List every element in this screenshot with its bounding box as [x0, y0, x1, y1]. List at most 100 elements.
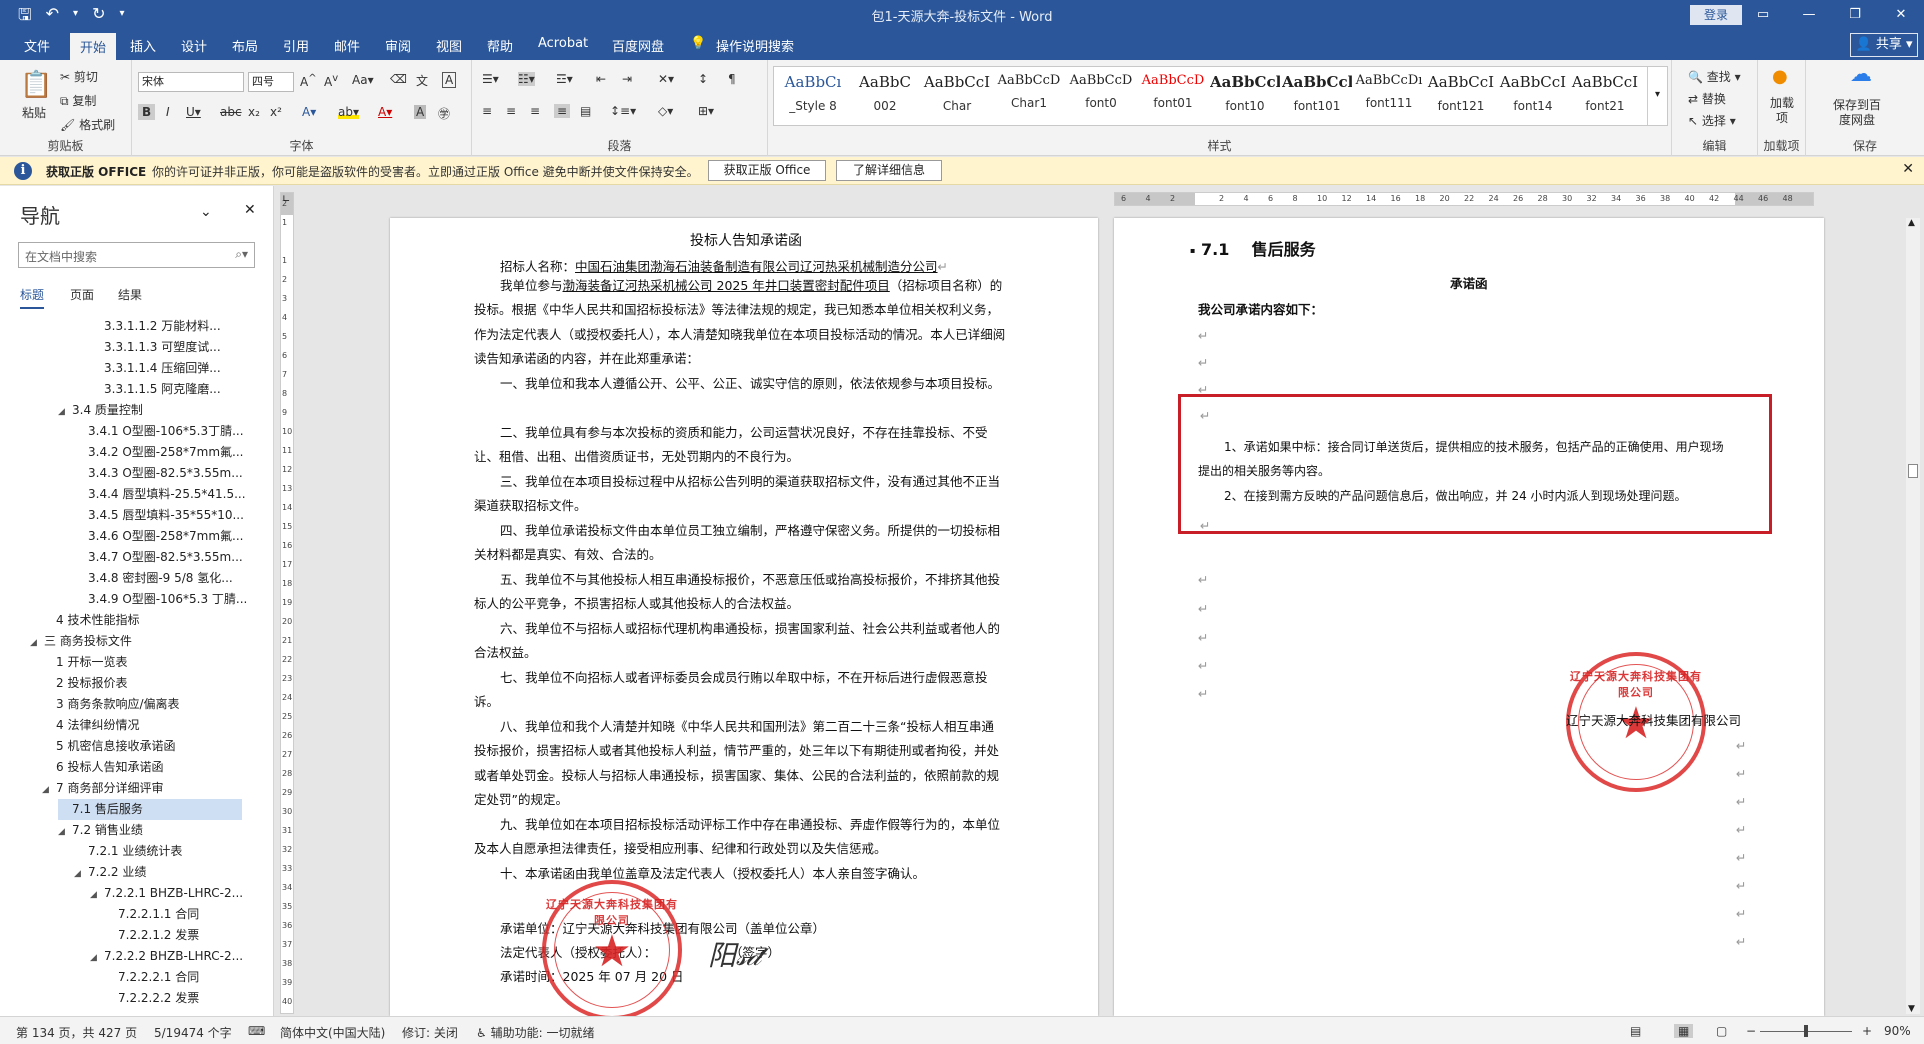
style-item[interactable]: AaBbCcl font101	[1282, 73, 1352, 113]
italic-icon[interactable]: I	[166, 105, 170, 119]
tab-baidu[interactable]: 百度网盘	[612, 36, 664, 55]
nav-heading-item[interactable]: ◢ 7.2.2.1 BHZB-LHRC-2...	[90, 883, 243, 906]
nav-heading-item[interactable]: 7.2.2.2.2 发票	[104, 988, 242, 1009]
tab-mailings[interactable]: 邮件	[334, 36, 360, 55]
format-painter-button[interactable]: 🖌 格式刷	[60, 116, 115, 133]
nav-heading-item[interactable]: 3 商务条款响应/偏离表	[42, 694, 242, 715]
ribbon-display-icon[interactable]: ▭	[1740, 0, 1786, 30]
style-item[interactable]: AaBbCcI font121	[1426, 73, 1496, 113]
nav-heading-item[interactable]: 3.4.1 O型圈-106*5.3丁腈...	[74, 421, 244, 442]
align-center-icon[interactable]: ≡	[506, 104, 516, 118]
nav-heading-item[interactable]: 3.3.1.1.2 万能材料...	[90, 316, 242, 337]
distributed-icon[interactable]: ▤	[580, 104, 591, 118]
style-item[interactable]: AaBbCcD Char1	[994, 73, 1064, 110]
strikethrough-icon[interactable]: abc	[220, 105, 242, 119]
nav-heading-item[interactable]: 4 技术性能指标	[42, 610, 242, 631]
style-item[interactable]: AaBbCcD font01	[1138, 73, 1208, 110]
nav-heading-item[interactable]: 2 投标报价表	[42, 673, 242, 694]
collapse-arrow-icon[interactable]: ◢	[74, 864, 88, 885]
collapse-arrow-icon[interactable]: ◢	[90, 885, 104, 906]
char-shading-icon[interactable]: A	[414, 105, 427, 119]
scroll-up-icon[interactable]: ▲	[1908, 218, 1915, 228]
tab-view[interactable]: 视图	[436, 36, 462, 55]
nav-heading-item[interactable]: 3.4.9 O型圈-106*5.3 丁腈...	[74, 589, 247, 610]
cut-button[interactable]: ✂ 剪切	[60, 68, 98, 85]
enclose-char-icon[interactable]: ㊫	[438, 105, 450, 122]
collapse-arrow-icon[interactable]: ◢	[42, 780, 56, 801]
track-changes[interactable]: 修订: 关闭	[402, 1024, 458, 1041]
cloud-icon[interactable]: ☁	[1850, 62, 1872, 87]
share-button[interactable]: 👤 共享 ▾	[1850, 33, 1918, 57]
page-count[interactable]: 第 134 页，共 427 页	[16, 1024, 137, 1041]
vertical-scrollbar[interactable]: ▲ ▼	[1906, 218, 1920, 1014]
nav-heading-item[interactable]: 1 开标一览表	[42, 652, 242, 673]
nav-heading-item[interactable]: 3.3.1.1.4 压缩回弹...	[90, 358, 242, 379]
font-color-icon[interactable]: A▾	[378, 105, 392, 119]
tab-layout[interactable]: 布局	[232, 36, 258, 55]
show-marks-icon[interactable]: ¶	[728, 72, 736, 86]
nav-heading-item[interactable]: 3.4.2 O型圈-258*7mm氟...	[74, 442, 244, 463]
login-button[interactable]: 登录	[1690, 5, 1742, 25]
zoom-level[interactable]: 90%	[1884, 1024, 1911, 1038]
zoom-slider-thumb[interactable]	[1804, 1025, 1808, 1037]
style-item[interactable]: AaBbCcI font21	[1570, 73, 1640, 113]
collapse-arrow-icon[interactable]: ◢	[58, 402, 72, 423]
addin-icon[interactable]: ●	[1772, 66, 1788, 87]
chinese-layout-icon[interactable]: ✕▾	[658, 72, 674, 86]
close-infobar-icon[interactable]: ✕	[1902, 161, 1914, 177]
nav-heading-item[interactable]: ◢ 7 商务部分详细评审	[42, 778, 242, 799]
clear-format-icon[interactable]: ⌫	[390, 72, 407, 86]
char-border-icon[interactable]: A	[442, 72, 457, 88]
styles-more-icon[interactable]: ▾	[1647, 67, 1667, 125]
style-item[interactable]: AaBbCcl font10	[1210, 73, 1280, 113]
paste-icon[interactable]: 📋	[20, 70, 52, 100]
zoom-in-icon[interactable]: +	[1862, 1024, 1872, 1038]
collapse-arrow-icon[interactable]: ◢	[90, 948, 104, 969]
phonetic-icon[interactable]: 文	[416, 72, 428, 89]
collapse-arrow-icon[interactable]: ◢	[58, 822, 72, 843]
collapse-arrow-icon[interactable]: ◢	[30, 633, 44, 654]
align-left-icon[interactable]: ≡	[482, 104, 492, 118]
document-page-left[interactable]: 投标人告知承诺函 招标人名称：中国石油集团渤海石油装备制造有限公司辽河热采机械制…	[390, 218, 1098, 1016]
sort-icon[interactable]: ↕	[698, 72, 708, 86]
replace-button[interactable]: ⇄ 替换	[1688, 90, 1726, 107]
addins-button[interactable]: 加载项	[1766, 96, 1798, 126]
nav-heading-item[interactable]: 7.2.1 业绩统计表	[74, 841, 242, 862]
shading-icon[interactable]: ◇▾	[658, 104, 673, 118]
superscript-icon[interactable]: x²	[270, 105, 282, 119]
nav-heading-item[interactable]: 3.4.3 O型圈-82.5*3.55m...	[74, 463, 243, 484]
print-layout-icon[interactable]: ▦	[1674, 1024, 1694, 1038]
borders-icon[interactable]: ⊞▾	[698, 104, 714, 118]
tab-file[interactable]: 文件	[24, 36, 50, 55]
style-item[interactable]: AaBbCcI font14	[1498, 73, 1568, 113]
numbering-icon[interactable]: ☷▾	[518, 72, 535, 86]
zoom-out-icon[interactable]: −	[1746, 1024, 1756, 1038]
shrink-font-icon[interactable]: Av	[324, 73, 338, 89]
font-name-combo[interactable]: 宋体	[138, 72, 244, 92]
nav-heading-item[interactable]: 3.3.1.1.3 可塑度试...	[90, 337, 242, 358]
nav-heading-item[interactable]: 3.4.8 密封圈-9 5/8 氢化...	[74, 568, 242, 589]
nav-heading-item[interactable]: ◢ 7.2.2.2 BHZB-LHRC-2...	[90, 946, 243, 969]
proofing-icon[interactable]: ⌨	[248, 1024, 265, 1038]
style-item[interactable]: AaBbCı _Style 8	[778, 73, 848, 113]
nav-heading-item[interactable]: 6 投标人告知承诺函	[42, 757, 242, 778]
multilevel-icon[interactable]: ☲▾	[556, 72, 573, 86]
tell-me-search[interactable]: 操作说明搜索	[716, 36, 794, 55]
nav-close-icon[interactable]: ✕	[244, 202, 256, 218]
highlight-icon[interactable]: ab▾	[338, 105, 359, 119]
justify-icon[interactable]: ≡	[554, 104, 571, 118]
close-icon[interactable]: ✕	[1878, 0, 1924, 30]
style-item[interactable]: AaBbCcDı font111	[1354, 73, 1424, 110]
nav-heading-item[interactable]: ◢ 7.2 销售业绩	[58, 820, 242, 841]
language[interactable]: 简体中文(中国大陆)	[280, 1024, 385, 1041]
font-size-combo[interactable]: 四号	[248, 72, 294, 92]
scroll-down-icon[interactable]: ▼	[1908, 1004, 1915, 1014]
text-effects-icon[interactable]: A▾	[302, 105, 316, 119]
decrease-indent-icon[interactable]: ⇤	[596, 72, 606, 86]
document-page-right[interactable]: ▪ 7.1 售后服务 承诺函 我公司承诺内容如下： ↵ ↵ ↵ ↵ 1、承诺如果…	[1114, 218, 1824, 1016]
maximize-icon[interactable]: ❐	[1832, 0, 1878, 30]
nav-heading-item[interactable]: 7.2.2.2.1 合同	[104, 967, 242, 988]
find-button[interactable]: 🔍 查找 ▾	[1688, 68, 1741, 85]
copy-button[interactable]: ⧉ 复制	[60, 92, 96, 109]
tab-help[interactable]: 帮助	[487, 36, 513, 55]
